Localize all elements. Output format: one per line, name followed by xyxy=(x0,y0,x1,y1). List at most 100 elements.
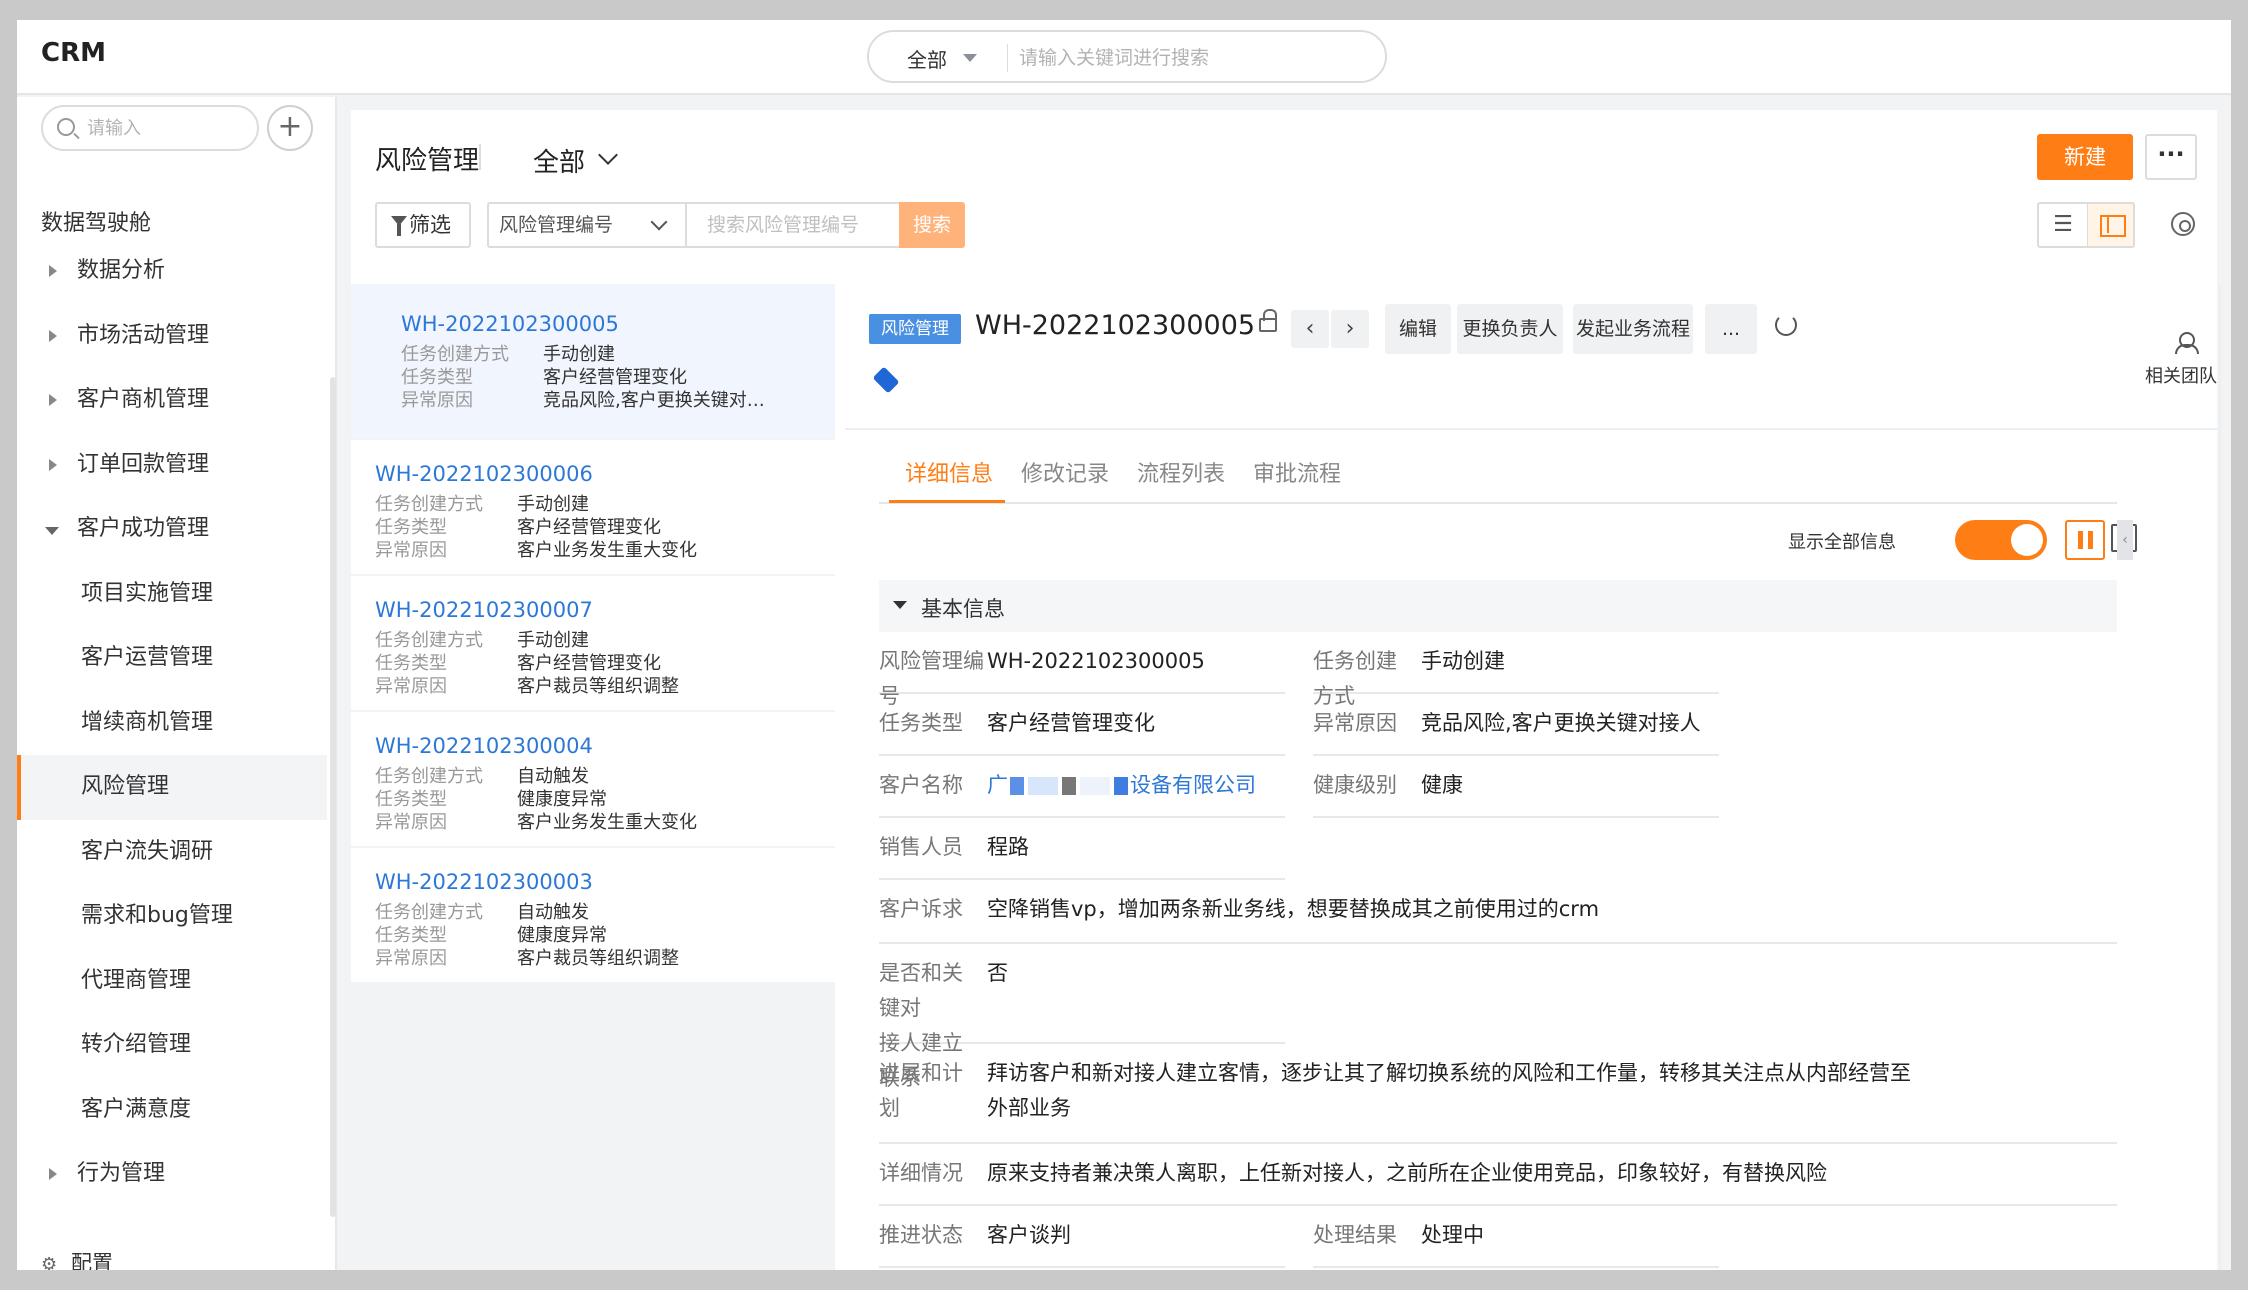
list-search-input[interactable] xyxy=(685,202,899,248)
global-search-input[interactable] xyxy=(1019,42,1359,74)
redaction-block xyxy=(1010,777,1024,795)
redaction-block xyxy=(1062,777,1076,795)
column-layout-icon[interactable] xyxy=(2065,520,2105,560)
list-item[interactable]: WH-2022102300005 任务创建方式 手动创建 任务类型 客户经营管理变化 异常… xyxy=(351,284,835,438)
list-item[interactable]: WH-2022102300006 任务创建方式 手动创建 任务类型 客户经营管理变化 异常… xyxy=(351,440,835,574)
record-id-link[interactable]: WH-2022102300007 xyxy=(375,598,593,622)
sidebar-item[interactable]: 风险管理 xyxy=(17,755,327,820)
record-type-tag: 风险管理 xyxy=(869,314,961,344)
list-item[interactable]: WH-2022102300004 任务创建方式 自动触发 任务类型 健康度异常 异常原因客… xyxy=(351,712,835,846)
sidebar-item[interactable]: 数据分析 xyxy=(17,239,327,304)
sidebar-item-label: 行为管理 xyxy=(77,1161,166,1186)
more-actions-button[interactable]: ... xyxy=(1705,304,1757,354)
field-label: 详细情况 xyxy=(879,1161,963,1185)
field-value: 客户经营管理变化 xyxy=(517,517,661,538)
main-panel: 风险管理 全部 新建 ··· 筛选 风险管理编号 搜索 ☰ WH-2022102… xyxy=(351,110,2221,1270)
settings-icon[interactable] xyxy=(2171,212,2195,236)
sidebar-item-config[interactable]: ⚙ 配置 xyxy=(41,1247,113,1270)
sidebar-item[interactable]: 需求和bug管理 xyxy=(17,884,327,949)
customer-link[interactable]: 广 设备有限公司 xyxy=(987,768,1256,803)
field-label: 异常原因 xyxy=(375,676,447,697)
field-result: 处理结果 处理中 xyxy=(1313,1208,1719,1268)
sidebar-item-dashboard[interactable]: 数据驾驶舱 xyxy=(41,205,151,237)
redaction-block xyxy=(1080,777,1110,795)
lock-icon[interactable] xyxy=(1259,309,1277,332)
record-id-link[interactable]: WH-2022102300005 xyxy=(401,312,619,336)
sidebar: + 数据驾驶舱 数据分析市场活动管理客户商机管理订单回款管理客户成功管理项目实施… xyxy=(17,97,337,1270)
section-header-basic-info[interactable]: 基本信息 xyxy=(879,580,2117,632)
record-id-link[interactable]: WH-2022102300006 xyxy=(375,462,593,486)
list-item[interactable]: WH-2022102300007 任务创建方式 手动创建 任务类型 客户经营管理变化 异常… xyxy=(351,576,835,710)
field-label: 进展和计划 xyxy=(879,1061,963,1120)
field-value: 拜访客户和新对接人建立客情，逐步让其了解切换系统的风险和工作量，转移其关注点从内… xyxy=(987,1056,1911,1126)
sidebar-item-label: 客户满意度 xyxy=(81,1096,192,1122)
caret-down-icon[interactable] xyxy=(963,54,977,62)
sidebar-item[interactable]: 客户运营管理 xyxy=(17,626,327,691)
sidebar-item[interactable]: 行为管理 xyxy=(17,1142,327,1207)
list-view-icon[interactable]: ☰ xyxy=(2039,204,2087,246)
record-id-link[interactable]: WH-2022102300004 xyxy=(375,734,593,758)
record-id-link[interactable]: WH-2022102300003 xyxy=(375,870,593,894)
field-label: 客户名称 xyxy=(879,773,963,797)
field-value: 手动创建 xyxy=(1421,649,1505,673)
tab-approval[interactable]: 审批流程 xyxy=(1253,456,1341,488)
tag-icon[interactable] xyxy=(872,366,900,394)
search-button[interactable]: 搜索 xyxy=(899,202,965,248)
more-button[interactable]: ··· xyxy=(2145,134,2197,180)
sidebar-item[interactable]: 增续商机管理 xyxy=(17,691,327,756)
search-scope-select[interactable]: 全部 xyxy=(907,44,947,73)
show-all-toggle[interactable] xyxy=(1955,520,2047,560)
list-item-field: 异常原因 客户裁员等组织调整 xyxy=(375,944,679,974)
list-item-field: 异常原因 客户业务发生重大变化 xyxy=(375,808,697,838)
redaction-block xyxy=(1114,777,1128,795)
record-id-title: WH-2022102300005 xyxy=(975,310,1256,341)
refresh-icon[interactable] xyxy=(1775,314,1797,336)
sidebar-item-label: 项目实施管理 xyxy=(81,580,214,606)
sidebar-item[interactable]: 客户成功管理 xyxy=(17,497,327,562)
sidebar-search-input[interactable] xyxy=(87,115,247,141)
sidebar-item[interactable]: 客户满意度 xyxy=(17,1078,327,1143)
sidebar-item[interactable]: 客户流失调研 xyxy=(17,820,327,885)
sidebar-item[interactable]: 代理商管理 xyxy=(17,949,327,1014)
sidebar-item-label: 数据分析 xyxy=(77,258,166,283)
redaction-block xyxy=(1028,777,1058,795)
filter-label: 筛选 xyxy=(409,213,451,237)
tab-change-log[interactable]: 修改记录 xyxy=(1021,456,1109,488)
field-customer: 客户名称 广 设备有限公司 xyxy=(879,758,1285,818)
start-process-button[interactable]: 发起业务流程 xyxy=(1573,304,1693,354)
sidebar-item[interactable]: 项目实施管理 xyxy=(17,562,327,627)
divider xyxy=(1007,44,1008,72)
divider xyxy=(479,144,481,170)
team-icon[interactable] xyxy=(2173,332,2199,354)
field-code: 风险管理编号 WH-2022102300005 xyxy=(879,634,1285,708)
sidebar-item[interactable]: 转介绍管理 xyxy=(17,1013,327,1078)
sidebar-item[interactable]: 订单回款管理 xyxy=(17,433,327,498)
view-select[interactable]: 全部 xyxy=(533,142,585,179)
new-button[interactable]: 新建 xyxy=(2037,134,2133,180)
previous-record-button[interactable]: ‹ xyxy=(1291,310,1329,348)
change-owner-button[interactable]: 更换负责人 xyxy=(1457,304,1563,354)
collapse-panel-handle[interactable]: ‹ xyxy=(2117,520,2133,560)
split-view-icon[interactable] xyxy=(2087,204,2133,246)
tab-details[interactable]: 详细信息 xyxy=(905,456,993,488)
sidebar-item-label: 市场活动管理 xyxy=(77,322,210,348)
chevron-down-icon[interactable] xyxy=(598,145,618,165)
field-label: 健康级别 xyxy=(1313,773,1397,797)
field-label: 异常原因 xyxy=(375,812,447,833)
sidebar-item-label: 客户流失调研 xyxy=(81,838,214,864)
tab-process-list[interactable]: 流程列表 xyxy=(1137,456,1225,488)
next-record-button[interactable]: › xyxy=(1331,310,1369,348)
search-field-select[interactable]: 风险管理编号 xyxy=(487,202,685,248)
related-team-label[interactable]: 相关团队 xyxy=(2145,362,2217,388)
field-label: 异常原因 xyxy=(1313,711,1397,735)
edit-button[interactable]: 编辑 xyxy=(1385,304,1451,354)
sidebar-item[interactable]: 客户商机管理 xyxy=(17,368,327,433)
field-label: 销售人员 xyxy=(879,835,963,859)
list-item[interactable]: WH-2022102300003 任务创建方式 自动触发 任务类型 健康度异常 异常原因客… xyxy=(351,848,835,982)
field-value: 处理中 xyxy=(1421,1223,1484,1247)
sidebar-scrollbar[interactable] xyxy=(330,377,336,1217)
plus-icon[interactable]: + xyxy=(267,105,313,151)
filter-button[interactable]: 筛选 xyxy=(375,202,471,248)
field-value: 客户裁员等组织调整 xyxy=(517,948,679,969)
sidebar-item[interactable]: 市场活动管理 xyxy=(17,304,327,369)
